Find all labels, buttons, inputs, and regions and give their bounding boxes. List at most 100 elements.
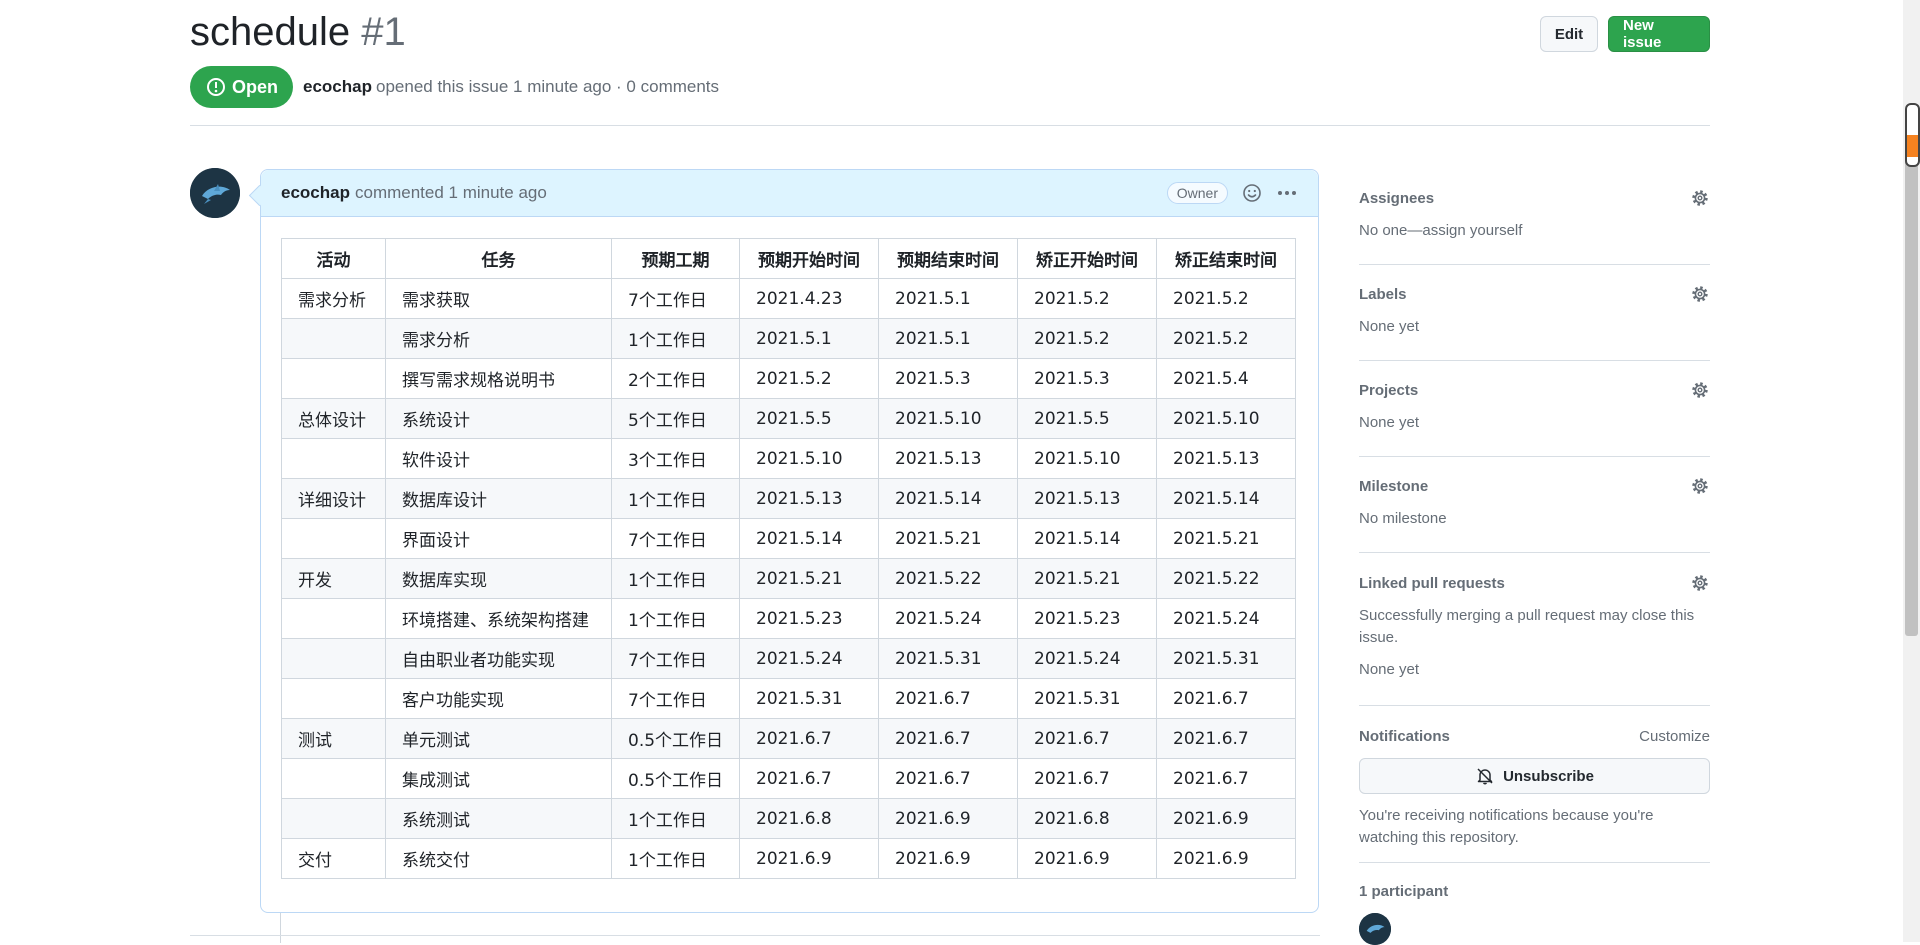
table-cell: 2021.5.2	[739, 358, 880, 399]
table-cell: 2021.5.4	[1156, 358, 1297, 399]
table-cell: 1个工作日	[610, 838, 741, 879]
milestone-title: Milestone	[1359, 477, 1429, 495]
kebab-horizontal-icon	[1278, 191, 1296, 195]
table-cell: 2021.5.21	[1017, 558, 1158, 599]
table-cell: 撰写需求规格说明书	[385, 358, 612, 399]
notifications-header: Notifications Customize	[1359, 728, 1710, 745]
table-row: 开发 数据库实现 1个工作日 2021.5.21 2021.5.22 2021.5.21 2…	[281, 558, 1297, 599]
notifications-section: Notifications Customize Unsubscribe You'…	[1359, 706, 1710, 863]
gear-icon[interactable]	[1690, 573, 1710, 593]
table-row: 界面设计 7个工作日 2021.5.14 2021.5.21 2021.5.14 2021…	[281, 518, 1297, 559]
schedule-table: 活动 任务 预期工期 预期开始时间 预期结束时间 矫正开始时间 矫正结束时间 需求分析 需求获…	[281, 238, 1297, 879]
table-header-cell: 预期工期	[610, 238, 741, 279]
scrollbar-thumb[interactable]	[1905, 150, 1918, 636]
table-row: 环境搭建、系统架构搭建 1个工作日 2021.5.23 2021.5.24 2021.5…	[281, 598, 1297, 639]
projects-title: Projects	[1359, 381, 1419, 399]
table-row: 客户功能实现 7个工作日 2021.5.31 2021.6.7 2021.5.31 202…	[281, 678, 1297, 719]
table-cell: 2021.5.13	[878, 438, 1019, 479]
table-cell: 2021.5.10	[739, 438, 880, 479]
milestone-value: No milestone	[1359, 510, 1447, 527]
table-cell: 2021.5.23	[739, 598, 880, 639]
table-cell: 2021.5.21	[1156, 518, 1297, 559]
projects-header[interactable]: Projects	[1359, 380, 1710, 400]
table-cell: 2021.6.9	[1017, 838, 1158, 879]
table-cell: 2021.5.1	[739, 318, 880, 359]
table-cell: 2021.5.31	[739, 678, 880, 719]
milestone-section: Milestone No milestone	[1359, 457, 1710, 553]
labels-header[interactable]: Labels	[1359, 284, 1710, 304]
table-row: 需求分析 需求获取 7个工作日 2021.4.23 2021.5.1 2021.5.2 20…	[281, 278, 1297, 319]
header-divider	[190, 125, 1710, 126]
linked-prs-header[interactable]: Linked pull requests	[1359, 573, 1710, 593]
assignees-header[interactable]: Assignees	[1359, 188, 1710, 208]
comment-options-button[interactable]	[1276, 183, 1298, 203]
table-cell: 2个工作日	[610, 358, 741, 399]
table-cell: 2021.6.7	[878, 678, 1019, 719]
table-cell: 5个工作日	[610, 398, 741, 439]
gear-icon[interactable]	[1690, 476, 1710, 496]
author-avatar[interactable]	[190, 168, 240, 218]
edit-button[interactable]: Edit	[1540, 16, 1598, 52]
table-row: 系统测试 1个工作日 2021.6.8 2021.6.9 2021.6.8 2021.6.…	[281, 798, 1297, 839]
table-cell: 2021.5.10	[878, 398, 1019, 439]
gear-icon[interactable]	[1690, 188, 1710, 208]
assign-yourself-link[interactable]: No one—assign yourself	[1359, 222, 1522, 239]
unsubscribe-label: Unsubscribe	[1503, 767, 1594, 785]
gear-icon[interactable]	[1690, 284, 1710, 304]
table-header-cell: 矫正开始时间	[1017, 238, 1158, 279]
table-header-cell: 预期开始时间	[739, 238, 880, 279]
table-cell: 1个工作日	[610, 798, 741, 839]
table-cell: 客户功能实现	[385, 678, 612, 719]
table-cell: 3个工作日	[610, 438, 741, 479]
gear-icon[interactable]	[1690, 380, 1710, 400]
table-cell: 1个工作日	[610, 478, 741, 519]
table-cell: 2021.6.9	[878, 838, 1019, 879]
table-row: 撰写需求规格说明书 2个工作日 2021.5.2 2021.5.3 2021.5.3 20…	[281, 358, 1297, 399]
table-row: 集成测试 0.5个工作日 2021.6.7 2021.6.7 2021.6.7 2021.…	[281, 758, 1297, 799]
table-header: 活动 任务 预期工期 预期开始时间 预期结束时间 矫正开始时间 矫正结束时间	[281, 238, 1297, 279]
table-cell: 详细设计	[281, 478, 386, 519]
issue-author-link[interactable]: ecochap	[303, 77, 372, 97]
state-label: Open	[232, 76, 279, 97]
table-row: 交付 系统交付 1个工作日 2021.6.9 2021.6.9 2021.6.9 2021.…	[281, 838, 1297, 879]
table-cell: 2021.6.7	[1017, 718, 1158, 759]
table-cell: 界面设计	[385, 518, 612, 559]
linked-prs-title: Linked pull requests	[1359, 574, 1505, 592]
table-cell: 2021.5.2	[1017, 318, 1158, 359]
table-cell: 0.5个工作日	[610, 758, 741, 799]
page-scrollbar[interactable]	[1903, 0, 1920, 942]
milestone-header[interactable]: Milestone	[1359, 476, 1710, 496]
new-issue-button[interactable]: New issue	[1608, 16, 1710, 52]
comment-timestamp[interactable]: commented 1 minute ago	[355, 183, 547, 203]
table-cell: 集成测试	[385, 758, 612, 799]
projects-section: Projects None yet	[1359, 361, 1710, 457]
table-cell: 2021.5.21	[739, 558, 880, 599]
table-cell: 2021.5.24	[1156, 598, 1297, 639]
table-cell	[281, 638, 386, 679]
table-cell: 2021.5.14	[878, 478, 1019, 519]
table-cell: 2021.5.24	[878, 598, 1019, 639]
table-cell: 2021.5.2	[1017, 278, 1158, 319]
table-row: 详细设计 数据库设计 1个工作日 2021.5.13 2021.5.14 2021.5.1…	[281, 478, 1297, 519]
comment-author-link[interactable]: ecochap	[281, 183, 350, 203]
issue-title: schedule #1	[190, 6, 406, 58]
issue-number: #1	[361, 10, 406, 54]
table-cell: 2021.5.2	[1156, 318, 1297, 359]
add-reaction-button[interactable]	[1242, 183, 1262, 203]
bell-slash-icon	[1477, 768, 1493, 785]
owner-badge: Owner	[1166, 182, 1228, 204]
scroll-indicator	[1905, 103, 1920, 167]
table-cell: 环境搭建、系统架构搭建	[385, 598, 612, 639]
table-cell: 需求分析	[281, 278, 386, 319]
table-cell: 自由职业者功能实现	[385, 638, 612, 679]
table-cell: 软件设计	[385, 438, 612, 479]
table-cell: 1个工作日	[610, 318, 741, 359]
comment-box: ecochap commented 1 minute ago Owner 活动 …	[260, 169, 1319, 913]
unsubscribe-button[interactable]: Unsubscribe	[1359, 758, 1710, 794]
participant-avatar[interactable]	[1359, 913, 1391, 945]
table-cell	[281, 678, 386, 719]
linked-prs-description: Successfully merging a pull request may …	[1359, 607, 1695, 646]
table-cell: 2021.6.9	[1156, 838, 1297, 879]
customize-link[interactable]: Customize	[1639, 728, 1710, 745]
participants-section: 1 participant	[1359, 863, 1710, 945]
